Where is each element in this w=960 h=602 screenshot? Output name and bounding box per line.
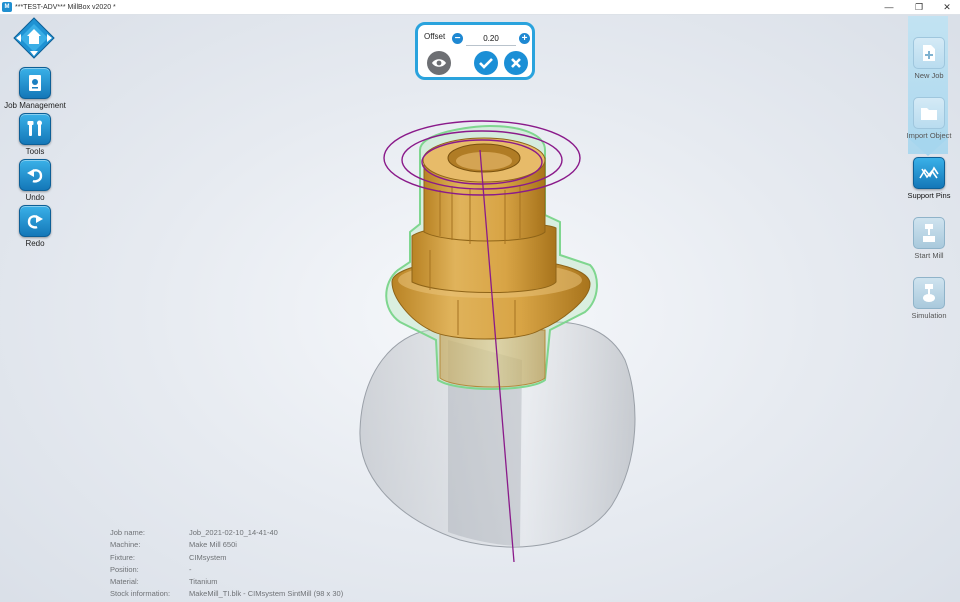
- import-object-icon: [913, 97, 945, 129]
- offset-value-field[interactable]: 0.20: [466, 32, 516, 46]
- undo-label: Undo: [25, 193, 45, 202]
- support-pins-button[interactable]: Support Pins: [898, 157, 960, 200]
- undo-button[interactable]: Undo: [0, 159, 70, 202]
- start-mill-label: Start Mill: [914, 251, 944, 260]
- 3d-viewport[interactable]: [0, 0, 960, 600]
- confirm-button[interactable]: [474, 51, 498, 75]
- tools-button[interactable]: Tools: [0, 113, 70, 156]
- info-row-fixture: Fixture: CIMsystem: [110, 552, 227, 562]
- home-icon[interactable]: [13, 17, 55, 59]
- offset-increase-button[interactable]: +: [519, 33, 530, 44]
- job-management-button[interactable]: Job Management: [0, 67, 70, 110]
- import-object-button[interactable]: Import Object: [898, 97, 960, 140]
- start-mill-button[interactable]: Start Mill: [898, 217, 960, 260]
- info-row-position: Position: -: [110, 564, 192, 574]
- info-row-material: Material: Titanium: [110, 577, 218, 587]
- redo-icon: [19, 205, 51, 237]
- undo-icon: [19, 159, 51, 191]
- check-icon: [479, 58, 493, 69]
- new-job-button[interactable]: New Job: [898, 37, 960, 80]
- offset-panel: Offset − 0.20 +: [415, 22, 535, 80]
- simulation-label: Simulation: [911, 311, 947, 320]
- eye-icon: [432, 59, 446, 67]
- preview-button[interactable]: [427, 51, 451, 75]
- cancel-icon: [511, 58, 521, 68]
- offset-label: Offset: [424, 32, 446, 41]
- new-job-icon: [913, 37, 945, 69]
- info-row-machine: Machine: Make Mill 650i: [110, 540, 237, 550]
- support-pins-label: Support Pins: [907, 191, 951, 200]
- offset-decrease-button[interactable]: −: [452, 33, 463, 44]
- support-pins-icon: [913, 157, 945, 189]
- info-row-job-name: Job name: Job_2021-02-10_14-41-40: [110, 528, 278, 537]
- tools-label: Tools: [25, 147, 45, 156]
- job-management-icon: [19, 67, 51, 99]
- start-mill-icon: [913, 217, 945, 249]
- tools-icon: [19, 113, 51, 145]
- cancel-button[interactable]: [504, 51, 528, 75]
- redo-label: Redo: [25, 239, 45, 248]
- job-management-label: Job Management: [4, 101, 66, 110]
- simulation-button[interactable]: Simulation: [898, 277, 960, 320]
- simulation-icon: [913, 277, 945, 309]
- job-info-panel: Job name: Job_2021-02-10_14-41-40 Machin…: [110, 528, 343, 602]
- import-object-label: Import Object: [906, 131, 952, 140]
- workflow-progress-arrow: [908, 138, 948, 156]
- redo-button[interactable]: Redo: [0, 205, 70, 248]
- new-job-label: New Job: [914, 71, 944, 80]
